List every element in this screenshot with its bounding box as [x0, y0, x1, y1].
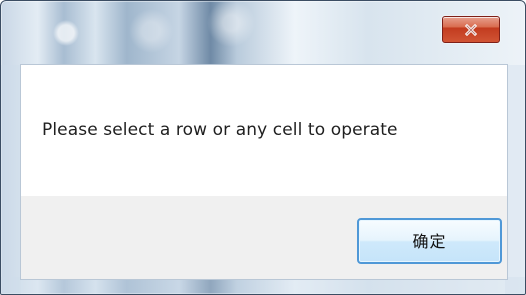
right-window-frame: [505, 65, 525, 294]
bottom-window-frame: [1, 277, 525, 294]
message-area: Please select a row or any cell to opera…: [21, 65, 507, 196]
close-icon: [464, 23, 478, 36]
message-dialog-window: Please select a row or any cell to opera…: [0, 0, 526, 295]
close-button[interactable]: [442, 16, 500, 43]
dialog-message: Please select a row or any cell to opera…: [42, 120, 398, 140]
dialog-client-area: Please select a row or any cell to opera…: [21, 65, 507, 279]
title-bar[interactable]: [1, 1, 525, 64]
left-window-frame: [1, 65, 21, 294]
ok-button-label: 确定: [412, 232, 447, 251]
ok-button[interactable]: 确定: [357, 218, 502, 264]
